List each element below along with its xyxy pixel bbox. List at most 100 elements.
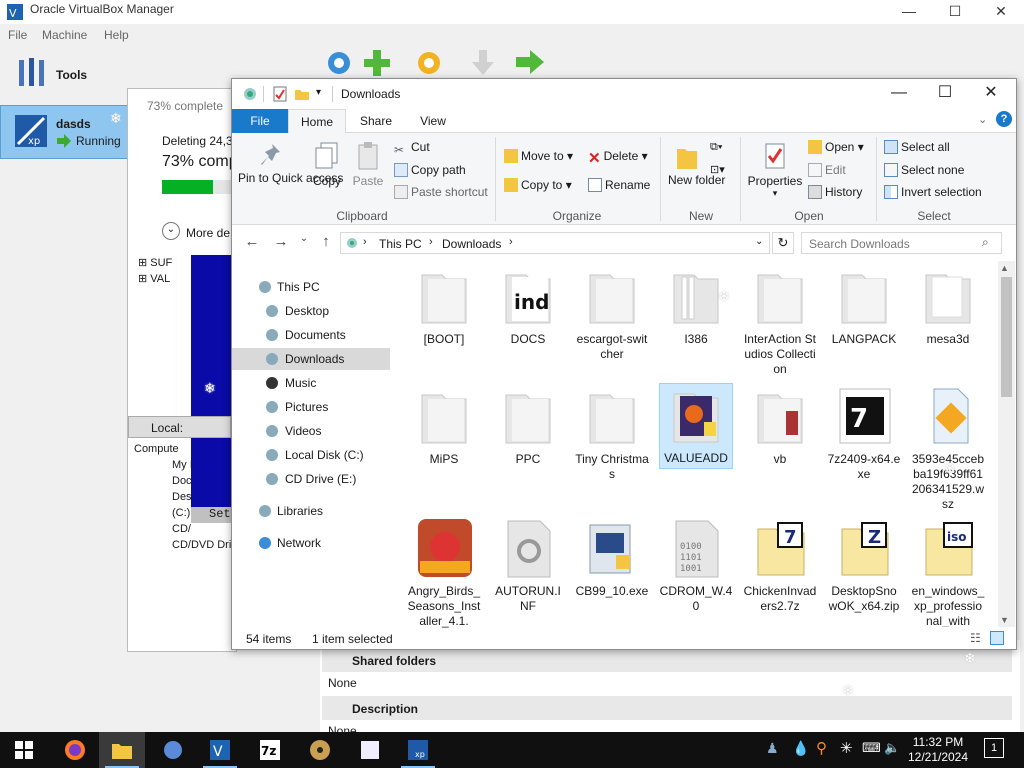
nav-this-pc[interactable]: This PC (232, 276, 390, 298)
taskbar-media[interactable] (297, 732, 343, 768)
tree-item-cd1[interactable]: CD/ (172, 523, 217, 535)
delete-button[interactable]: ✕ Delete ▾ (588, 149, 648, 167)
properties-button[interactable]: Properties ▾ (746, 141, 804, 205)
rename-button[interactable]: Rename (588, 178, 650, 192)
tree-item-computer[interactable]: Compute (134, 443, 229, 455)
details-view-icon[interactable]: ☷ (970, 631, 981, 645)
pin-quick-access-button[interactable]: Pin to Quick access (238, 141, 343, 205)
tree-item-my[interactable]: My I (172, 459, 217, 471)
file-item-autorun[interactable]: AUTORUN.INF (491, 517, 565, 614)
file-item-angry-birds[interactable]: Angry_Birds_Seasons_Installer_4.1. (407, 517, 481, 629)
snowflake-tray-icon[interactable]: ✳ (840, 739, 853, 757)
tree-item-suf[interactable]: ⊞ SUF (138, 256, 193, 269)
vbox-close-button[interactable]: ✕ (978, 0, 1024, 24)
file-item-vb[interactable]: vb (743, 385, 817, 467)
address-dropdown-icon[interactable]: ⌄ (755, 236, 763, 247)
edit-button[interactable]: Edit (808, 163, 846, 177)
open-button[interactable]: Open ▾ (808, 140, 864, 154)
windows-start-icon[interactable] (14, 740, 34, 760)
taskbar-clock[interactable]: 11:32 PM 12/21/2024 (903, 735, 973, 765)
select-none-button[interactable]: Select none (884, 163, 964, 177)
file-item-cb99[interactable]: CB99_10.exe (575, 517, 649, 599)
nav-desktop[interactable]: Desktop (232, 300, 390, 322)
up-arrow-icon[interactable]: ↑ (316, 233, 336, 251)
file-item-en-windows-xp[interactable]: iso en_windows_xp_professional_with (911, 517, 985, 627)
nav-pictures[interactable]: Pictures (232, 396, 390, 418)
search-input[interactable]: Search Downloads ⌕ (801, 232, 1002, 254)
vbox-menu-machine[interactable]: Machine (42, 28, 87, 42)
nav-documents[interactable]: Documents (232, 324, 390, 346)
taskbar-7zip[interactable]: 7z (247, 732, 293, 768)
taskbar-app-2[interactable] (150, 732, 196, 768)
new-vm-plus-icon[interactable] (362, 48, 392, 76)
taskbar-virtualbox[interactable]: V (197, 732, 243, 768)
scrollbar-thumb[interactable] (1001, 277, 1012, 397)
tab-share[interactable]: Share (348, 109, 404, 133)
tree-item-doc[interactable]: Doc (172, 475, 217, 487)
nav-libraries[interactable]: Libraries (232, 500, 390, 522)
new-folder-button[interactable]: New folder (668, 141, 725, 205)
properties-check-icon[interactable] (272, 86, 288, 102)
paste-shortcut-button[interactable]: Paste shortcut (394, 185, 488, 199)
vbox-maximize-button[interactable]: ☐ (932, 0, 978, 24)
chevron-down-icon[interactable]: ⌄ (162, 222, 180, 240)
file-item-ppc[interactable]: PPC (491, 385, 565, 467)
search-tray-icon[interactable]: ⚲ (816, 739, 827, 757)
select-all-button[interactable]: Select all (884, 140, 950, 154)
new-folder-quick-icon[interactable] (294, 86, 310, 102)
copy-button[interactable]: Copy (310, 141, 344, 205)
vbox-minimize-button[interactable]: — (886, 0, 932, 24)
taskbar-firefox[interactable] (52, 732, 98, 768)
tree-item-cd2[interactable]: CD/DVD Dri (172, 539, 232, 551)
nav-downloads[interactable]: Downloads (232, 348, 390, 370)
explorer-minimize-button[interactable]: — (876, 79, 922, 109)
file-item-desktopsnowok[interactable]: Z DesktopSnowOK_x64.zip (827, 517, 901, 614)
file-item-7z2409[interactable]: 7 7z2409-x64.exe (827, 385, 901, 482)
quick-access-dropdown-icon[interactable]: ▾ (316, 87, 321, 98)
settings-gear-icon[interactable] (324, 48, 354, 76)
file-item-langpack[interactable]: LANGPACK (827, 265, 901, 347)
invert-selection-button[interactable]: Invert selection (884, 185, 982, 199)
ribbon-collapse-icon[interactable]: ⌄ (978, 113, 987, 126)
tab-file[interactable]: File (232, 109, 288, 133)
file-item-wsz[interactable]: 3593e45ccebba19f639ff61206341529.wsz (911, 385, 985, 512)
address-bar[interactable]: › This PC › Downloads › ⌄ (340, 232, 770, 254)
file-item-valueadd[interactable]: VALUEADD (659, 383, 733, 469)
drop-icon[interactable]: 💧 (792, 740, 809, 757)
scroll-down-icon[interactable]: ▼ (1000, 615, 1009, 625)
breadcrumb-downloads[interactable]: Downloads (442, 237, 501, 251)
easy-access-icon[interactable]: ⊡▾ (710, 163, 725, 176)
nav-music[interactable]: Music (232, 372, 390, 394)
volume-icon[interactable]: 🔈 (884, 740, 900, 756)
discard-gear-icon[interactable] (414, 48, 444, 76)
large-icons-view-icon[interactable] (990, 631, 1004, 645)
tab-home[interactable]: Home (288, 109, 346, 133)
history-button[interactable]: History (808, 185, 862, 199)
vbox-menu-file[interactable]: File (8, 28, 27, 42)
taskbar-xp-vm[interactable]: xp (395, 732, 441, 768)
refresh-icon[interactable]: ↻ (772, 232, 794, 254)
nav-videos[interactable]: Videos (232, 420, 390, 442)
more-details-link[interactable]: More de (186, 226, 230, 240)
nav-local-disk-c[interactable]: Local Disk (C:) (232, 444, 390, 466)
tree-item-des[interactable]: Des (172, 491, 217, 503)
keyboard-icon[interactable]: ⌨ (862, 740, 881, 756)
file-item-cdrom[interactable]: 0100 1101 1001 CDROM_W.40 (659, 517, 733, 614)
copy-path-button[interactable]: Copy path (394, 163, 466, 177)
file-item-mesa3d[interactable]: mesa3d (911, 265, 985, 347)
file-item-mips[interactable]: MiPS (407, 385, 481, 467)
scroll-up-icon[interactable]: ▲ (1000, 263, 1009, 273)
vbox-menu-help[interactable]: Help (104, 28, 129, 42)
file-item-chicken-invaders[interactable]: 7 ChickenInvaders2.7z (743, 517, 817, 614)
file-item-interaction[interactable]: InterAction Studios Collection (743, 265, 817, 377)
new-item-icon[interactable]: ⧉▾ (710, 141, 722, 154)
tab-view[interactable]: View (406, 109, 460, 133)
nav-network[interactable]: Network (232, 532, 390, 554)
file-item-tiny-christmas[interactable]: Tiny Christmas (575, 385, 649, 482)
explorer-maximize-button[interactable]: ☐ (922, 79, 968, 109)
notifications-icon[interactable]: 1 (984, 738, 1004, 758)
help-icon[interactable]: ? (996, 111, 1012, 127)
back-arrow-icon[interactable]: ← (242, 233, 262, 251)
recent-locations-icon[interactable]: ⌄ (294, 233, 314, 251)
cut-button[interactable]: ✂ Cut (394, 140, 430, 157)
